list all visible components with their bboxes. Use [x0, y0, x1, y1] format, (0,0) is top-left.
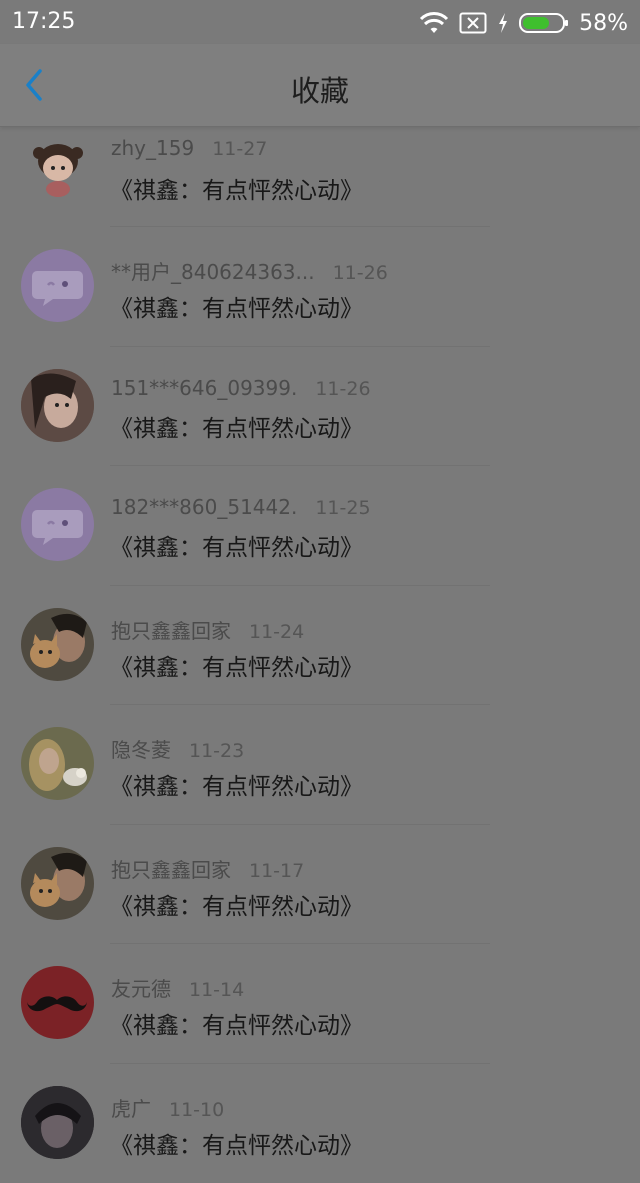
item-date: 11-24: [249, 621, 304, 643]
item-date: 11-25: [315, 497, 370, 519]
item-date: 11-26: [333, 262, 388, 284]
item-title: 《祺鑫：有点怦然心动》: [110, 289, 363, 323]
list-item[interactable]: 182***860_51442. 11-25 《祺鑫：有点怦然心动》: [0, 466, 640, 586]
item-meta: **用户_840624363... 11-26: [111, 256, 388, 285]
item-title: 《祺鑫：有点怦然心动》: [110, 1006, 363, 1040]
item-meta: 友元德 11-14: [111, 973, 244, 1002]
page-title: 收藏: [0, 68, 640, 110]
list-item[interactable]: 隐冬菱 11-23 《祺鑫：有点怦然心动》: [0, 705, 640, 825]
avatar: [21, 249, 94, 322]
item-title: 《祺鑫：有点怦然心动》: [110, 528, 363, 562]
list-item[interactable]: 抱只鑫鑫回家 11-24 《祺鑫：有点怦然心动》: [0, 586, 640, 706]
item-username: zhy_159: [111, 136, 194, 160]
chat-bubble-icon: [21, 488, 94, 561]
item-date: 11-10: [169, 1099, 224, 1121]
list-item[interactable]: 虎广 11-10 《祺鑫：有点怦然心动》: [0, 1064, 640, 1183]
list-item[interactable]: zhy_159 11-27 《祺鑫：有点怦然心动》: [0, 127, 640, 227]
list-item[interactable]: 抱只鑫鑫回家 11-17 《祺鑫：有点怦然心动》: [0, 825, 640, 945]
avatar: [21, 1086, 94, 1159]
chat-bubble-icon: [21, 249, 94, 322]
mustache-icon: [21, 966, 94, 1039]
item-username: **用户_840624363...: [111, 256, 315, 285]
item-username: 隐冬菱: [111, 734, 171, 763]
avatar: [21, 608, 94, 681]
battery-percent: 58%: [579, 11, 628, 36]
item-date: 11-27: [212, 138, 267, 160]
item-meta: 隐冬菱 11-23: [111, 734, 244, 763]
avatar: [21, 727, 94, 800]
status-bar: 17:25 58%: [0, 0, 640, 44]
avatar: [21, 488, 94, 561]
item-meta: 抱只鑫鑫回家 11-17: [111, 854, 304, 883]
item-username: 抱只鑫鑫回家: [111, 854, 231, 883]
avatar: [21, 966, 94, 1039]
list-item[interactable]: **用户_840624363... 11-26 《祺鑫：有点怦然心动》: [0, 227, 640, 347]
item-date: 11-23: [189, 740, 244, 762]
item-date: 11-17: [249, 860, 304, 882]
header: 收藏: [0, 44, 640, 127]
item-title: 《祺鑫：有点怦然心动》: [110, 171, 363, 205]
item-title: 《祺鑫：有点怦然心动》: [110, 648, 363, 682]
item-title: 《祺鑫：有点怦然心动》: [110, 887, 363, 921]
sim-missing-icon: [459, 12, 487, 34]
item-meta: 虎广 11-10: [111, 1093, 224, 1122]
status-icons: 58%: [419, 9, 628, 37]
item-meta: 抱只鑫鑫回家 11-24: [111, 615, 304, 644]
item-username: 151***646_09399.: [111, 376, 297, 400]
item-title: 《祺鑫：有点怦然心动》: [110, 1126, 363, 1160]
item-title: 《祺鑫：有点怦然心动》: [110, 409, 363, 443]
item-username: 虎广: [111, 1093, 151, 1122]
favorites-list: zhy_159 11-27 《祺鑫：有点怦然心动》 **用户_840624363.…: [0, 127, 640, 1183]
item-date: 11-14: [189, 979, 244, 1001]
avatar: [21, 847, 94, 920]
wifi-icon: [419, 11, 449, 35]
item-username: 182***860_51442.: [111, 495, 297, 519]
avatar: [21, 369, 94, 442]
status-time: 17:25: [12, 9, 75, 34]
avatar: [21, 131, 94, 204]
item-username: 友元德: [111, 973, 171, 1002]
charging-icon: [497, 12, 509, 34]
item-date: 11-26: [315, 378, 370, 400]
list-item[interactable]: 151***646_09399. 11-26 《祺鑫：有点怦然心动》: [0, 347, 640, 467]
item-meta: zhy_159 11-27: [111, 136, 267, 160]
item-title: 《祺鑫：有点怦然心动》: [110, 767, 363, 801]
item-username: 抱只鑫鑫回家: [111, 615, 231, 644]
item-meta: 151***646_09399. 11-26: [111, 376, 371, 400]
list-item[interactable]: 友元德 11-14 《祺鑫：有点怦然心动》: [0, 944, 640, 1064]
item-meta: 182***860_51442. 11-25: [111, 495, 371, 519]
battery-icon: [519, 12, 569, 34]
